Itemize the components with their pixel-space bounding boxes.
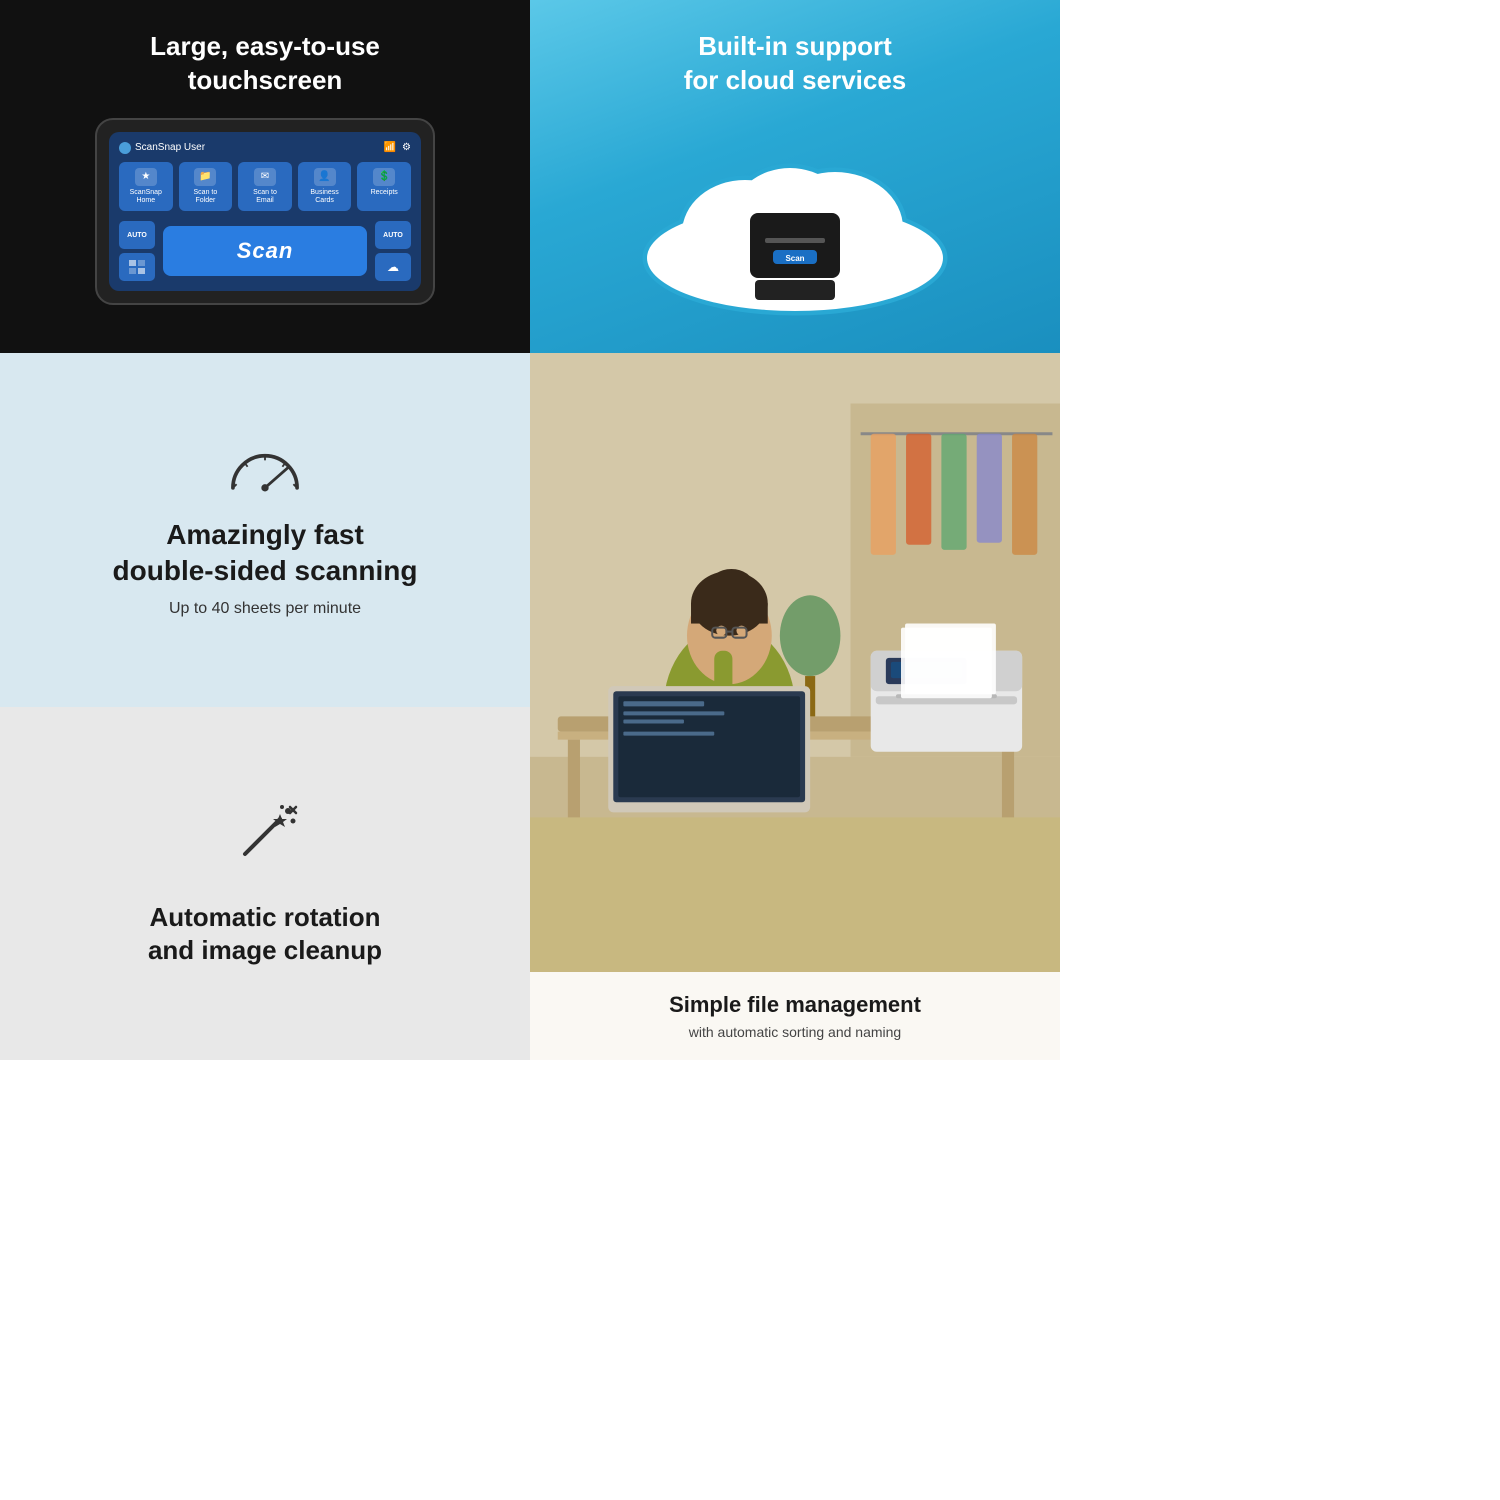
cards-btn-label: BusinessCards: [310, 189, 338, 206]
wand-svg: [230, 799, 300, 869]
auto-btn-3[interactable]: AUTO: [375, 221, 411, 249]
speedometer-svg: [220, 442, 310, 497]
file-management-heading: Simple file management: [550, 992, 1040, 1018]
receipts-btn[interactable]: 💲 Receipts: [357, 162, 411, 212]
screen-header: ScanSnap User 📶 ⚙: [119, 142, 411, 154]
screen-app-buttons: ★ ScanSnapHome 📁 Scan toFolder ✉ Scan to…: [119, 162, 411, 212]
cloud-panel: Built-in support for cloud services Scan: [530, 0, 1060, 353]
business-cards-btn[interactable]: 👤 BusinessCards: [298, 162, 352, 212]
fast-scanning-heading: Amazingly fast double-sided scanning: [113, 517, 418, 590]
scan-to-email-btn[interactable]: ✉ Scan toEmail: [238, 162, 292, 212]
touchscreen-panel: Large, easy-to-use touchscreen ScanSnap …: [0, 0, 530, 353]
star-icon: ★: [135, 168, 157, 186]
file-management-overlay: Simple file management with automatic so…: [530, 972, 1060, 1060]
rotation-panel: Automatic rotation and image cleanup: [0, 707, 530, 1060]
auto-btn-1[interactable]: AUTO: [119, 221, 155, 249]
auto-label-1: AUTO: [127, 232, 147, 239]
settings-icon: ⚙: [402, 142, 411, 153]
cloud-svg: Scan: [635, 118, 955, 318]
auto-label-3: AUTO: [383, 232, 403, 239]
touchscreen-heading: Large, easy-to-use touchscreen: [150, 30, 380, 98]
screen-status-icons: 📶 ⚙: [384, 142, 411, 153]
scanner-screen: ScanSnap User 📶 ⚙ ★ ScanSnapHome 📁 Scan …: [109, 132, 421, 292]
speedometer-icon: [220, 442, 310, 497]
cloud-scene: Scan: [635, 118, 955, 318]
folder-btn-label: Scan toFolder: [194, 189, 218, 206]
scan-side-buttons: AUTO: [119, 221, 155, 281]
person-scene-svg: [530, 353, 1060, 1060]
pattern-icon: [129, 260, 145, 274]
cloud-upload-icon: ☁: [387, 260, 399, 274]
cloud-heading: Built-in support for cloud services: [684, 30, 907, 98]
folder-icon: 📁: [194, 168, 216, 186]
fast-scanning-panel: Amazingly fast double-sided scanning Up …: [0, 353, 530, 706]
person-desk-scene: Simple file management with automatic so…: [530, 353, 1060, 1060]
svg-text:Scan: Scan: [785, 254, 804, 263]
cloud-btn[interactable]: ☁: [375, 253, 411, 281]
receipts-btn-label: Receipts: [371, 189, 398, 197]
email-icon: ✉: [254, 168, 276, 186]
file-management-subtext: with automatic sorting and naming: [550, 1024, 1040, 1040]
scan-action-row: AUTO Scan AU: [119, 221, 411, 281]
receipt-icon: 💲: [373, 168, 395, 186]
rotation-heading: Automatic rotation and image cleanup: [148, 901, 382, 969]
scanner-device-mockup: ScanSnap User 📶 ⚙ ★ ScanSnapHome 📁 Scan …: [95, 118, 435, 306]
contact-icon: 👤: [314, 168, 336, 186]
scan-right-buttons: AUTO ☁: [375, 221, 411, 281]
home-btn-label: ScanSnapHome: [130, 189, 162, 206]
wifi-icon: 📶: [384, 142, 396, 153]
photo-panel: Simple file management with automatic so…: [530, 353, 1060, 1060]
scansnap-home-btn[interactable]: ★ ScanSnapHome: [119, 162, 173, 212]
magic-wand-icon: [230, 799, 300, 881]
scan-to-folder-btn[interactable]: 📁 Scan toFolder: [179, 162, 233, 212]
scan-main-button[interactable]: Scan: [163, 226, 367, 276]
auto-btn-2[interactable]: [119, 253, 155, 281]
user-avatar-dot: [119, 142, 131, 154]
screen-user-label: ScanSnap User: [119, 142, 205, 154]
fast-scanning-subtext: Up to 40 sheets per minute: [169, 600, 361, 618]
email-btn-label: Scan toEmail: [253, 189, 277, 206]
